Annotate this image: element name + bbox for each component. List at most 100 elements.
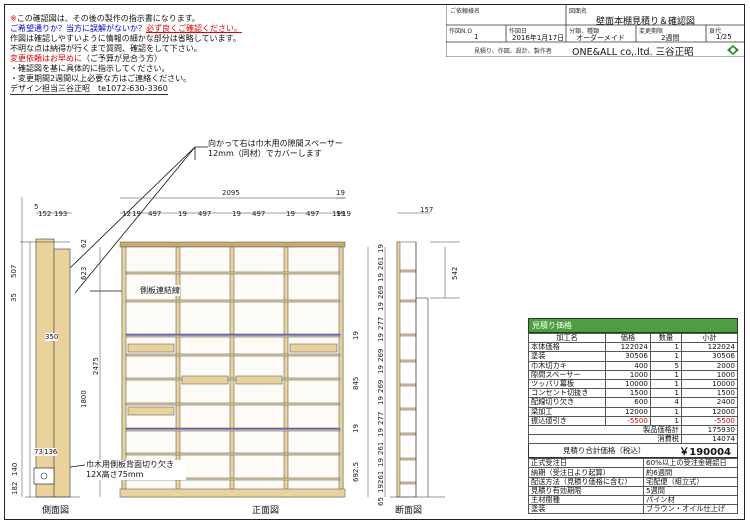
estimate-panel: 見積り価格 加工名 価格 数量 小計 本体価格 122024 1 122024 塗装 3… xyxy=(528,318,738,515)
info-row: 正式受注日 60%以上の受注金確認日 xyxy=(528,458,738,469)
side-view-label: 側面図 xyxy=(42,506,70,516)
product-total-row: 製品価格計 175930 xyxy=(528,424,738,436)
row-subtotal: 2400 xyxy=(681,397,738,408)
section-view-shape xyxy=(390,241,445,498)
callout-spacer-note: 向かって右は巾木用の隙間スペーサー12mm（同材）でカバーします xyxy=(208,139,358,159)
dim-total-width: 2095 xyxy=(222,189,240,197)
table-row: 塗装 30506 1 30506 xyxy=(528,351,738,362)
dim-top-left-2: 193 xyxy=(54,210,68,218)
table-row: 振込値引き -5500 1 -5500 xyxy=(528,415,738,426)
info-row: 納期（受注日より起算） 約6週間 xyxy=(528,467,738,478)
table-row: 配線切り欠き 600 4 2400 xyxy=(528,397,738,408)
side-view-shape xyxy=(20,238,80,498)
dim-seg-0: 12 xyxy=(122,210,131,218)
dim-sec-6: 19 xyxy=(377,333,385,342)
info-label: 納期（受注日より起算） xyxy=(528,467,644,478)
dim-side-3: 623 xyxy=(80,266,88,280)
row-subtotal: 2000 xyxy=(681,360,738,371)
dim-side-5: 1800 xyxy=(80,390,88,408)
dim-side-6: 2475 xyxy=(92,357,100,375)
dim-sec-11: 277 xyxy=(377,411,385,425)
dim-sec-17: 65 xyxy=(377,497,385,506)
dim-seg-7: 19 xyxy=(286,210,295,218)
dim-side-2: 62 xyxy=(80,239,88,248)
dim-top-right-0: 19 xyxy=(336,189,345,197)
row-price: 30506 xyxy=(605,351,651,362)
dim-side-10: 140 xyxy=(11,462,19,476)
grand-total-row: 見積り合計価格（税込） ￥190004 xyxy=(528,444,738,459)
dim-sec-12: 19 xyxy=(377,428,385,437)
dim-side-9: 182 xyxy=(11,481,19,495)
dim-mid-1: 845 xyxy=(352,376,360,390)
info-label: 配送方法（見積り価格に含む） xyxy=(528,476,644,487)
row-name: 塗装 xyxy=(528,351,606,362)
row-name: 配線切り欠き xyxy=(528,397,606,408)
dim-sec-0: 19 xyxy=(377,244,385,253)
dim-top-right-1: 19 xyxy=(336,210,345,218)
info-label: 正式受注日 xyxy=(528,458,644,469)
dim-mid-3: 692.5 xyxy=(352,461,360,482)
row-price: -5500 xyxy=(605,415,651,426)
dim-sec-1: 261 xyxy=(377,256,385,270)
estimate-header: 見積り価格 xyxy=(528,318,738,333)
row-qty: 1 xyxy=(650,415,682,426)
info-value: 約6週間 xyxy=(643,467,738,478)
row-name: 巾木切カキ xyxy=(528,360,606,371)
row-qty: 1 xyxy=(650,351,682,362)
row-qty: 1 xyxy=(650,406,682,417)
info-value: 60%以上の受注金確認日 xyxy=(643,458,738,469)
table-row: 梁加工 12000 1 12000 xyxy=(528,406,738,417)
front-view-label: 正面図 xyxy=(252,506,280,516)
info-value: ブラウン・オイル仕上げ xyxy=(643,504,738,515)
dim-seg-6: 497 xyxy=(252,210,266,218)
estimate-table: 加工名 価格 数量 小計 本体価格 122024 1 122024 塗装 30506 1 3… xyxy=(528,332,738,445)
dim-seg-1: 19 xyxy=(132,210,141,218)
dim-sec-10: 19 xyxy=(377,396,385,405)
dim-top-left-1: 152 xyxy=(38,210,52,218)
dim-side-4: 350 xyxy=(45,333,59,341)
section-view-label: 断面図 xyxy=(395,506,423,516)
dim-side-8: 136 xyxy=(44,448,58,456)
dim-seg-3: 19 xyxy=(178,210,187,218)
dim-sec-9: 269 xyxy=(377,379,385,393)
grand-total-label: 見積り合計価格（税込） xyxy=(562,446,646,456)
row-subtotal: 12000 xyxy=(681,406,738,417)
row-subtotal: -5500 xyxy=(681,415,738,426)
dim-sec-2: 19 xyxy=(377,273,385,282)
dim-sec-8: 19 xyxy=(377,365,385,374)
callout-side-link: 側板連結線 xyxy=(140,285,180,296)
info-row: 塗装 ブラウン・オイル仕上げ xyxy=(528,504,738,515)
dim-side-0: 507 xyxy=(10,264,18,278)
dim-side-7: 73 xyxy=(34,448,43,456)
row-price: 400 xyxy=(605,360,651,371)
callout-cutout: 巾木用側板背面切り欠き 12X高さ75mm xyxy=(86,460,186,480)
tax-label: 消費税 xyxy=(528,434,682,445)
info-row: 見積り有効期限 5週間 xyxy=(528,485,738,497)
dim-sec-14: 19 xyxy=(377,458,385,467)
dim-seg-2: 497 xyxy=(148,210,162,218)
dim-seg-4: 497 xyxy=(198,210,212,218)
dim-seg-5: 19 xyxy=(232,210,241,218)
front-view-shape xyxy=(119,241,346,498)
info-row: 配送方法（見積り価格に含む） 宅配便（組立式） xyxy=(528,476,738,487)
dim-sec-5: 277 xyxy=(377,316,385,330)
row-price: 12000 xyxy=(605,406,651,417)
dim-sec-4: 19 xyxy=(377,302,385,311)
row-qty: 5 xyxy=(650,360,682,371)
grand-total: ￥190004 xyxy=(679,447,731,459)
dim-depth: 157 xyxy=(420,206,434,214)
table-row: 巾木切カキ 400 5 2000 xyxy=(528,360,738,371)
dim-side-1: 35 xyxy=(10,293,18,302)
row-qty: 4 xyxy=(650,397,682,408)
dim-sec-3: 269 xyxy=(377,285,385,299)
info-label: 主材樹種 xyxy=(528,494,644,506)
dim-sec-16: 19 xyxy=(377,484,385,493)
dim-mid-0: 19 xyxy=(352,331,360,340)
dim-sec-7: 269 xyxy=(377,348,385,362)
row-name: 梁加工 xyxy=(528,406,606,417)
order-info-table: 正式受注日 60%以上の受注金確認日 納期（受注日より起算） 約6週間 配送方法（見… xyxy=(528,458,738,515)
dim-right-side: 542 xyxy=(451,266,459,280)
dim-seg-8: 497 xyxy=(306,210,320,218)
dim-sec-13: 261 xyxy=(377,441,385,455)
dim-sec-15: 261 xyxy=(377,470,385,484)
